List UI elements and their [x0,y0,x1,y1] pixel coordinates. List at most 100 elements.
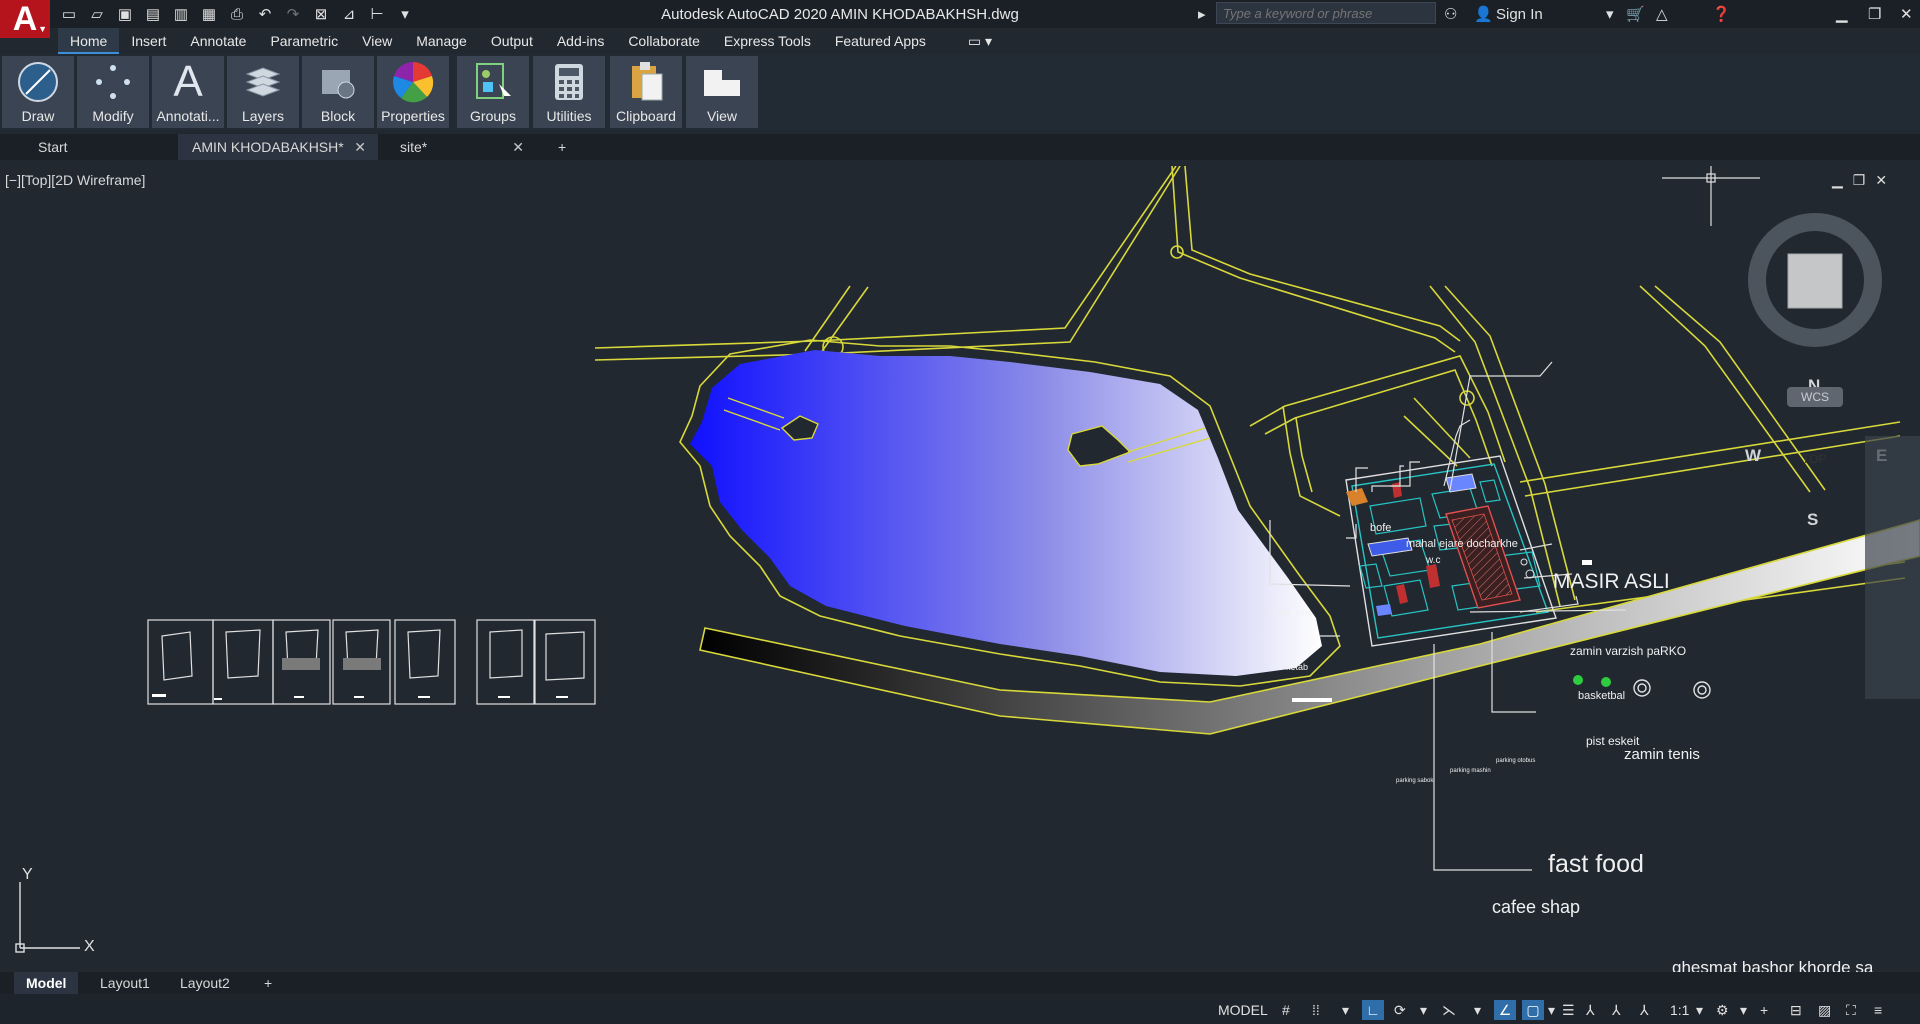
cart-icon[interactable]: 🛒 [1626,4,1645,24]
draw-panel[interactable]: Draw [2,56,74,128]
tab-collaborate[interactable]: Collaborate [616,28,712,54]
user-icon[interactable]: 👤 [1474,4,1493,24]
status-bar: MODEL # ⁞⁞ ▾ ∟ ⟳ ▾ ⋋ ▾ ∠ ▢ ▾ ☰ ⅄ ⅄ ⅄ 1:1… [0,994,1920,1024]
minimize-icon[interactable]: ▁ [1832,172,1843,189]
autocad-logo-icon: A [12,0,38,38]
modify-panel[interactable]: Modify [77,56,149,128]
drawing-viewport[interactable]: MASIR ASLI bofe mahal ejare docharkhe w.… [0,166,1920,972]
clean-screen-icon[interactable]: ⛶ [1846,1000,1856,1020]
grid-icon[interactable]: # [1282,1000,1290,1020]
annotation-visibility-icon[interactable]: ⅄ [1612,1000,1621,1020]
object-snap-icon[interactable]: ▢ [1522,1000,1544,1020]
undo-icon[interactable]: ↶ [254,4,276,24]
tab-featured-apps[interactable]: Featured Apps [823,28,938,54]
polar-icon[interactable]: ⟳ [1394,1000,1406,1020]
customization-icon[interactable]: ≡ [1874,1000,1882,1020]
chevron-down-icon[interactable]: ▾ [1696,1000,1703,1020]
tab-layout2[interactable]: Layout2 [168,972,242,994]
tab-model[interactable]: Model [14,972,79,994]
annotation-scale-button[interactable]: 1:1 [1670,1000,1689,1020]
gear-icon[interactable]: ⚙ [1716,1000,1729,1020]
tab-output[interactable]: Output [479,28,545,54]
new-icon[interactable]: ▭ [58,4,80,24]
plot-icon[interactable]: ⎙ [226,4,248,24]
new-tab-button[interactable]: + [548,134,582,160]
chevron-down-icon[interactable]: ▾ [1548,1000,1555,1020]
plus-icon[interactable]: + [1760,1000,1768,1020]
help-icon[interactable]: ❓ [1712,4,1731,24]
tab-home[interactable]: Home [58,28,120,54]
viewport-controls[interactable]: [−][Top][2D Wireframe] [5,172,145,188]
open-web-icon[interactable]: ▥ [170,4,192,24]
save-icon[interactable]: ▣ [114,4,136,24]
chevron-right-icon[interactable]: ▸ [1198,4,1206,24]
chevron-down-icon[interactable]: ▾ [1740,1000,1747,1020]
auto-scale-icon[interactable]: ⅄ [1640,1000,1649,1020]
tab-amin-khodabakhsh[interactable]: AMIN KHODABAKHSH* ✕ [178,134,378,160]
annotation-monitor-icon[interactable]: ⅄ [1586,1000,1595,1020]
application-menu-button[interactable]: A ▼ [0,0,50,38]
chevron-down-icon[interactable]: ▾ [1420,1000,1427,1020]
tab-view[interactable]: View [350,28,404,54]
snap-icon[interactable]: ⁞⁞ [1312,1000,1320,1020]
linework-icon[interactable]: ⊿ [338,4,360,24]
navcube-west[interactable]: W [1745,446,1761,466]
lineweight-icon[interactable]: ☰ [1562,1000,1575,1020]
new-layout-button[interactable]: + [252,972,284,994]
ortho-icon[interactable]: ∟ [1362,1000,1384,1020]
open-icon[interactable]: ▱ [86,4,108,24]
tab-add-ins[interactable]: Add-ins [545,28,616,54]
match-properties-icon[interactable]: ⊠ [310,4,332,24]
save-as-icon[interactable]: ▤ [142,4,164,24]
annotation-parking: parking sabok [1396,778,1434,784]
a360-icon[interactable]: △ [1656,4,1668,24]
groups-icon [457,56,529,108]
close-icon[interactable]: ✕ [512,134,524,160]
tab-layout1[interactable]: Layout1 [88,972,162,994]
binoculars-icon[interactable]: ⚇ [1444,4,1457,24]
restore-icon[interactable]: ❐ [1853,172,1866,189]
chevron-down-icon[interactable]: ▾ [1474,1000,1481,1020]
wcs-menu[interactable]: WCS [1787,387,1843,407]
annotation-panel[interactable]: A Annotati... [152,56,224,128]
groups-panel[interactable]: Groups [457,56,529,128]
utilities-panel[interactable]: Utilities [533,56,605,128]
view-panel[interactable]: View [686,56,758,128]
tab-parametric[interactable]: Parametric [258,28,350,54]
chevron-down-icon[interactable]: ▾ [1342,1000,1349,1020]
clipboard-panel[interactable]: Clipboard [610,56,682,128]
layers-panel[interactable]: Layers [227,56,299,128]
restore-icon[interactable]: ❐ [1868,4,1881,24]
tab-insert[interactable]: Insert [119,28,178,54]
customize-icon[interactable]: ▾ [394,4,416,24]
isodraft-icon[interactable]: ⋋ [1442,1000,1456,1020]
tab-manage[interactable]: Manage [404,28,479,54]
dimension-icon[interactable]: ⊢ [366,4,388,24]
navcube-top[interactable]: TOP [1802,452,1826,466]
search-input[interactable] [1216,2,1436,24]
isolate-objects-icon[interactable]: ⊟ [1790,1000,1802,1020]
model-space-button[interactable]: MODEL [1218,1000,1268,1020]
navcube-south[interactable]: S [1807,510,1818,530]
annotation-fast-food: fast food [1548,850,1644,878]
navigation-bar[interactable] [1865,436,1920,699]
navcube[interactable] [1748,213,1882,347]
chevron-down-icon[interactable]: ▾ [1606,4,1614,24]
minimize-icon[interactable]: ▁ [1836,4,1848,24]
redo-icon[interactable]: ↷ [282,4,304,24]
object-snap-tracking-icon[interactable]: ∠ [1494,1000,1516,1020]
properties-panel[interactable]: Properties [377,56,449,128]
close-icon[interactable]: ✕ [1900,4,1913,24]
save-web-icon[interactable]: ▦ [198,4,220,24]
tab-site[interactable]: site* ✕ [386,134,536,160]
sign-in-button[interactable]: Sign In [1496,4,1543,24]
annotation-masir-asli: MASIR ASLI [1553,570,1670,593]
block-panel[interactable]: Block [302,56,374,128]
ribbon-display-toggle[interactable]: ▭ ▾ [938,28,1004,54]
close-icon[interactable]: ✕ [1875,172,1887,189]
tab-express-tools[interactable]: Express Tools [712,28,823,54]
tab-annotate[interactable]: Annotate [178,28,258,54]
hardware-acceleration-icon[interactable]: ▨ [1818,1000,1831,1020]
close-icon[interactable]: ✕ [354,134,366,160]
tab-start[interactable]: Start [24,134,174,160]
